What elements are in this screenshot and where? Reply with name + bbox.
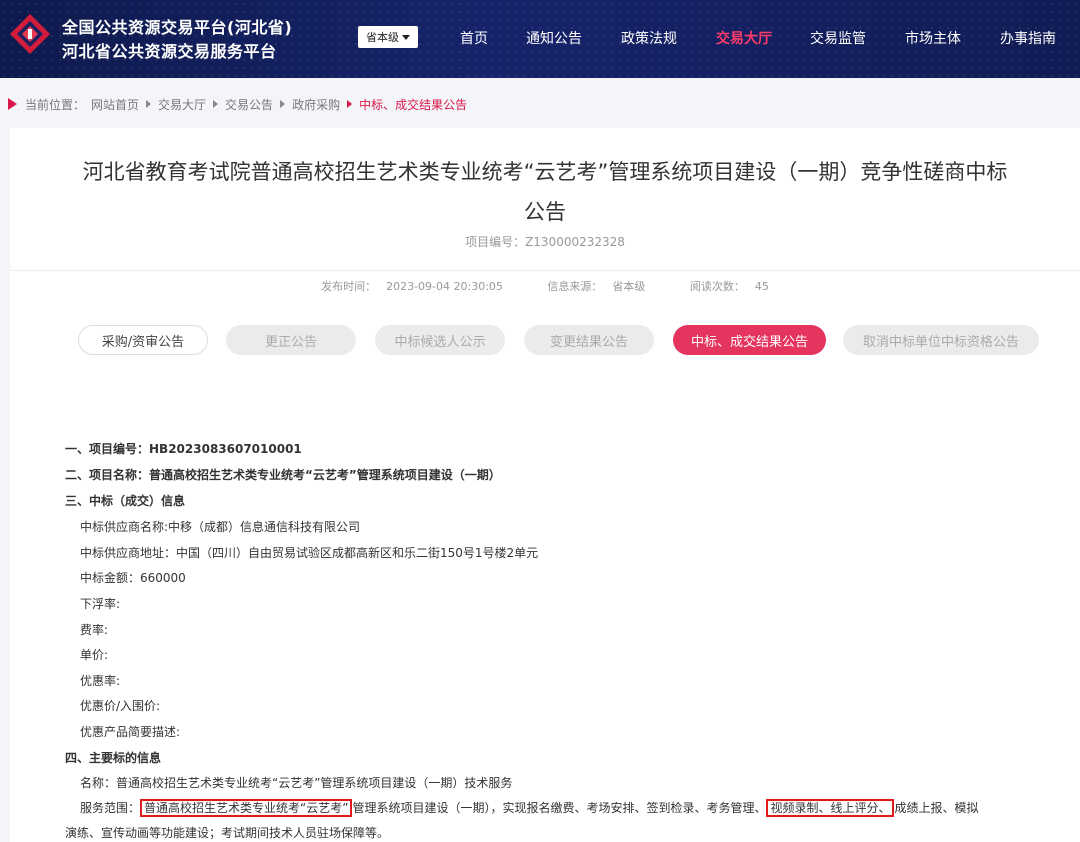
breadcrumb-home[interactable]: 网站首页 bbox=[91, 96, 139, 113]
nav-market-entities[interactable]: 市场主体 bbox=[905, 28, 961, 48]
service-scope: 服务范围： 普通高校招生艺术类专业统考“云艺考” 管理系统项目建设（一期），实现报名… bbox=[80, 799, 979, 817]
service-scope-end: 成绩上报、模拟 bbox=[894, 801, 979, 815]
highlight-box-video: 视频录制、线上评分、 bbox=[766, 799, 895, 817]
nav-guide[interactable]: 办事指南 bbox=[1000, 28, 1056, 48]
breadcrumb: 当前位置： 网站首页 交易大厅 交易公告 政府采购 中标、成交结果公告 bbox=[8, 96, 467, 112]
page-title-line2: 公告 bbox=[524, 200, 566, 224]
level-select-value: 省本级 bbox=[366, 31, 399, 44]
service-scope-middle: 管理系统项目建设（一期），实现报名缴费、考场安排、签到检录、考务管理、 bbox=[352, 801, 767, 815]
section-project-number: 一、项目编号：HB2023083607010001 bbox=[65, 442, 302, 456]
source-value: 省本级 bbox=[612, 280, 646, 293]
location-arrow-icon bbox=[8, 98, 17, 110]
section-award-info: 三、中标（成交）信息 bbox=[65, 494, 186, 508]
page-title-line1: 河北省教育考试院普通高校招生艺术类专业统考“云艺考”管理系统项目建设（一期）竞争… bbox=[82, 160, 1008, 184]
nav-policies[interactable]: 政策法规 bbox=[621, 28, 677, 48]
level-select[interactable]: 省本级 bbox=[358, 26, 418, 48]
publish-label: 发布时间： bbox=[321, 280, 377, 293]
tab-cancel-award[interactable]: 取消中标单位中标资格公告 bbox=[843, 325, 1039, 355]
section-main-items: 四、主要标的信息 bbox=[65, 751, 162, 765]
article-meta: 发布时间： 2023-09-04 20:30:05 信息来源： 省本级 阅读次数： 4… bbox=[10, 278, 1080, 294]
page-title: 河北省教育考试院普通高校招生艺术类专业统考“云艺考”管理系统项目建设（一期）竞争… bbox=[10, 152, 1080, 232]
breadcrumb-separator-icon bbox=[280, 100, 286, 108]
breadcrumb-current[interactable]: 中标、成交结果公告 bbox=[359, 96, 467, 113]
source-label: 信息来源： bbox=[547, 280, 603, 293]
publish-time: 2023-09-04 20:30:05 bbox=[386, 280, 503, 293]
breadcrumb-separator-icon bbox=[146, 100, 152, 108]
breadcrumb-separator-icon bbox=[347, 100, 353, 108]
platform-logo-icon[interactable] bbox=[8, 12, 52, 56]
supplier-name: 中标供应商名称:中移（成都）信息通信科技有限公司 bbox=[80, 520, 361, 534]
brand-title-line2: 河北省公共资源交易服务平台 bbox=[62, 42, 277, 61]
views-label: 阅读次数： bbox=[689, 280, 745, 293]
tab-procurement-notice[interactable]: 采购/资审公告 bbox=[78, 325, 208, 355]
discount-rate: 优惠率: bbox=[80, 674, 121, 688]
tab-correction-notice[interactable]: 更正公告 bbox=[226, 325, 356, 355]
float-rate: 下浮率: bbox=[80, 597, 121, 611]
breadcrumb-separator-icon bbox=[213, 100, 219, 108]
views-count: 45 bbox=[754, 280, 769, 293]
award-amount: 中标金额：660000 bbox=[80, 571, 186, 585]
caret-down-icon bbox=[402, 34, 410, 40]
breadcrumb-gov-procurement[interactable]: 政府采购 bbox=[292, 96, 340, 113]
divider bbox=[10, 270, 1080, 271]
service-scope-continued: 演练、宣传动画等功能建设；考试期间技术人员驻场保障等。 bbox=[65, 826, 390, 840]
tab-change-result[interactable]: 变更结果公告 bbox=[524, 325, 654, 355]
service-scope-label: 服务范围： bbox=[80, 801, 141, 815]
highlight-box-project: 普通高校招生艺术类专业统考“云艺考” bbox=[140, 799, 353, 817]
discount-price: 优惠价/入围价: bbox=[80, 699, 161, 713]
breadcrumb-announcements[interactable]: 交易公告 bbox=[225, 96, 273, 113]
breadcrumb-trading-hall[interactable]: 交易大厅 bbox=[158, 96, 206, 113]
supplier-address: 中标供应商地址：中国（四川）自由贸易试验区成都高新区和乐二街150号1号楼2单元 bbox=[80, 546, 539, 560]
tab-award-result[interactable]: 中标、成交结果公告 bbox=[673, 325, 826, 355]
fee-rate: 费率: bbox=[80, 623, 109, 637]
section-project-name: 二、项目名称：普通高校招生艺术类专业统考“云艺考”管理系统项目建设（一期） bbox=[65, 468, 501, 482]
nav-home[interactable]: 首页 bbox=[460, 28, 488, 48]
tab-candidate-publicity[interactable]: 中标候选人公示 bbox=[375, 325, 505, 355]
nav-supervision[interactable]: 交易监管 bbox=[810, 28, 866, 48]
nav-trading-hall[interactable]: 交易大厅 bbox=[716, 28, 772, 48]
site-header: 全国公共资源交易平台(河北省) 河北省公共资源交易服务平台 省本级 首页 通知公… bbox=[0, 0, 1080, 78]
product-description: 优惠产品简要描述: bbox=[80, 725, 181, 739]
nav-notices[interactable]: 通知公告 bbox=[526, 28, 582, 48]
unit-price: 单价: bbox=[80, 648, 109, 662]
brand-title-line1: 全国公共资源交易平台(河北省) bbox=[62, 18, 293, 37]
project-number: 项目编号：Z130000232328 bbox=[465, 235, 625, 249]
item-name: 名称：普通高校招生艺术类专业统考“云艺考”管理系统项目建设（一期）技术服务 bbox=[80, 776, 513, 790]
breadcrumb-label: 当前位置： bbox=[25, 97, 86, 112]
